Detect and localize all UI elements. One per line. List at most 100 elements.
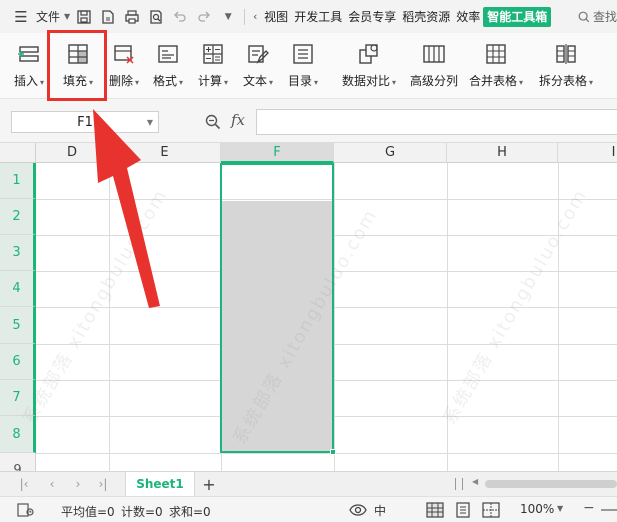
- first-sheet-icon[interactable]: |‹: [16, 476, 32, 492]
- column-header-i[interactable]: I: [558, 143, 617, 163]
- column-header-f[interactable]: F: [221, 143, 334, 163]
- name-box[interactable]: F1 ▼: [11, 111, 159, 133]
- normal-view-icon[interactable]: [426, 502, 444, 518]
- export-pdf-icon[interactable]: [96, 5, 120, 29]
- zoom-in-icon[interactable]: [204, 113, 222, 131]
- chevron-down-icon[interactable]: ▼: [147, 118, 153, 127]
- data-compare-icon: [356, 41, 382, 67]
- tab-member[interactable]: 会员专享: [345, 5, 399, 29]
- column-header-d[interactable]: D: [36, 143, 109, 163]
- delete-button[interactable]: 删除 ▾: [104, 39, 144, 93]
- zoom-out-icon[interactable]: −: [583, 500, 595, 516]
- chevron-down-icon: ▾: [519, 78, 524, 87]
- menu-bar: ☰ 文件 ▼ ▼ ‹ 视图 开发工具 会员专享 稻壳资源 效率 智能工具箱 查找: [0, 0, 617, 33]
- cell-status-icon[interactable]: [17, 502, 35, 518]
- fx-icon[interactable]: fx: [231, 111, 245, 129]
- sheet-tab-sheet1[interactable]: Sheet1: [125, 472, 195, 496]
- row-header-7[interactable]: 7: [0, 380, 36, 416]
- merge-table-icon: [483, 41, 509, 67]
- catalog-label: 目录: [287, 74, 312, 88]
- zoom-level[interactable]: 100%: [520, 502, 554, 516]
- horizontal-scrollbar[interactable]: [485, 480, 617, 488]
- column-header-g[interactable]: G: [334, 143, 447, 163]
- chevron-down-icon: ▾: [589, 78, 594, 87]
- column-header-e[interactable]: E: [109, 143, 221, 163]
- fill-handle[interactable]: [330, 449, 336, 455]
- tabs-scroll-left-icon[interactable]: ‹: [249, 5, 261, 29]
- print-icon[interactable]: [120, 5, 144, 29]
- tab-view[interactable]: 视图: [261, 5, 291, 29]
- quick-access-more-icon[interactable]: ▼: [216, 5, 240, 29]
- delete-label: 删除: [108, 74, 133, 88]
- prev-sheet-icon[interactable]: ‹: [44, 476, 60, 492]
- scroll-split-handle[interactable]: [455, 478, 463, 490]
- row-header-1[interactable]: 1: [0, 163, 36, 199]
- search-label: 查找: [592, 10, 617, 24]
- calculate-icon: [200, 41, 226, 67]
- data-compare-button[interactable]: 数据对比 ▾: [338, 39, 400, 93]
- row-header-2[interactable]: 2: [0, 199, 36, 235]
- chevron-down-icon: ▾: [314, 78, 319, 87]
- redo-icon[interactable]: [192, 5, 216, 29]
- menu-separator: [244, 8, 246, 25]
- add-sheet-icon[interactable]: +: [199, 474, 219, 494]
- hamburger-menu-icon[interactable]: ☰: [8, 5, 34, 29]
- zoom-slider[interactable]: [601, 509, 617, 511]
- watermark: 系统部落 xitongbuluo.com: [439, 185, 592, 429]
- catalog-button[interactable]: 目录 ▾: [283, 39, 323, 93]
- tab-docer-resources[interactable]: 稻壳资源: [399, 5, 453, 29]
- page-layout-view-icon[interactable]: [454, 502, 472, 518]
- eye-protection-icon[interactable]: [349, 502, 367, 518]
- spreadsheet-app: ☰ 文件 ▼ ▼ ‹ 视图 开发工具 会员专享 稻壳资源 效率 智能工具箱 查找…: [0, 0, 617, 522]
- column-header-h[interactable]: H: [447, 143, 558, 163]
- calculate-button[interactable]: 计算 ▾: [193, 39, 233, 93]
- last-sheet-icon[interactable]: ›|: [95, 476, 111, 492]
- save-icon[interactable]: [72, 5, 96, 29]
- text-button[interactable]: 文本 ▾: [238, 39, 278, 93]
- split-table-button[interactable]: 拆分表格 ▾: [536, 39, 596, 93]
- split-table-label: 拆分表格: [538, 74, 587, 88]
- tab-efficiency[interactable]: 效率: [453, 5, 483, 29]
- advanced-split-icon: [421, 41, 447, 67]
- print-preview-icon[interactable]: [144, 5, 168, 29]
- page-break-view-icon[interactable]: [482, 502, 500, 518]
- formula-input[interactable]: [256, 109, 617, 135]
- input-method-icon[interactable]: 中▾: [374, 502, 392, 522]
- formula-bar: F1 ▼ fx: [0, 99, 617, 143]
- row-header-6[interactable]: 6: [0, 344, 36, 380]
- row-gridline: [36, 453, 617, 454]
- chevron-down-icon: ▾: [269, 78, 274, 87]
- row-header-3[interactable]: 3: [0, 235, 36, 271]
- merge-table-label: 合并表格: [468, 74, 517, 88]
- status-count: 计数=0: [121, 505, 163, 519]
- row-header-4[interactable]: 4: [0, 271, 36, 307]
- scroll-left-icon[interactable]: ◀: [472, 477, 478, 486]
- advanced-split-label: 高级分列: [409, 74, 458, 88]
- row-header-9[interactable]: 9: [0, 453, 36, 471]
- chevron-down-icon[interactable]: ▼: [557, 504, 563, 513]
- chevron-down-icon: ▾: [224, 78, 229, 87]
- chevron-down-icon: ▼: [64, 12, 71, 21]
- text-label: 文本: [242, 74, 267, 88]
- chevron-down-icon: ▾: [40, 78, 45, 87]
- undo-icon[interactable]: [168, 5, 192, 29]
- selected-range[interactable]: [220, 163, 334, 453]
- row-header-5[interactable]: 5: [0, 307, 36, 344]
- select-all-corner[interactable]: [0, 143, 36, 163]
- tab-developer[interactable]: 开发工具: [291, 5, 345, 29]
- insert-button[interactable]: 插入 ▾: [12, 39, 46, 93]
- advanced-split-button[interactable]: 高级分列: [408, 39, 460, 93]
- chevron-down-icon: ▾: [135, 78, 140, 87]
- data-compare-label: 数据对比: [341, 74, 390, 88]
- sheet-tab-bar: |‹ ‹ › ›| Sheet1 + ◀: [0, 471, 617, 496]
- next-sheet-icon[interactable]: ›: [70, 476, 86, 492]
- format-button[interactable]: 格式 ▾: [148, 39, 188, 93]
- insert-icon: [16, 41, 42, 67]
- spreadsheet-grid[interactable]: D E F G H I 1 2 3 4 5 6 7 8 9 系统部落 xiton…: [0, 143, 617, 471]
- merge-table-button[interactable]: 合并表格 ▾: [467, 39, 525, 93]
- format-icon: [155, 41, 181, 67]
- row-header-8[interactable]: 8: [0, 416, 36, 453]
- file-menu[interactable]: 文件 ▼: [34, 5, 72, 29]
- search-box[interactable]: 查找: [577, 8, 617, 25]
- tab-smart-toolbox[interactable]: 智能工具箱: [483, 6, 552, 27]
